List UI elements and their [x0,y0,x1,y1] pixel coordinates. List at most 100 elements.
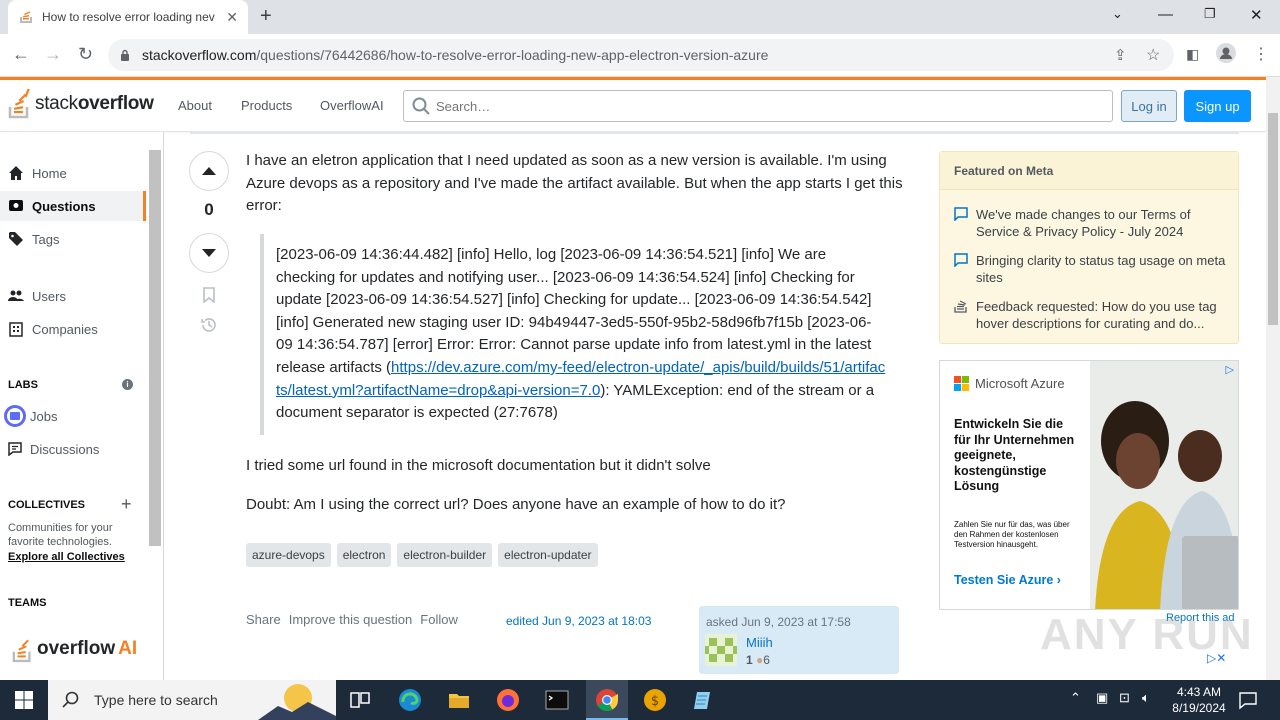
bookmark-star-icon[interactable]: ☆ [1146,45,1160,65]
tag-electron-updater[interactable]: electron-updater [498,543,598,567]
question-paragraph: Doubt: Am I using the correct url? Does … [246,496,786,513]
microsoft-logo-icon [954,376,969,391]
edge-icon[interactable] [398,688,422,712]
bookmark-icon[interactable] [202,287,216,303]
task-view-icon[interactable] [348,688,372,712]
close-window-icon[interactable]: ✕ [1250,6,1263,24]
explore-collectives-link[interactable]: Explore all Collectives [8,551,125,563]
terminal-icon[interactable] [545,688,569,712]
tab-search-icon[interactable]: ⌄ [1112,6,1123,22]
teams-logo-text: overflow [37,638,116,659]
forward-icon[interactable]: → [44,44,62,65]
new-tab-icon[interactable]: + [260,5,272,28]
improve-question-link[interactable]: Improve this question [289,612,413,627]
nav-about[interactable]: About [178,98,212,113]
sidebar-item-discussions[interactable]: Discussions [0,434,146,464]
tag-electron[interactable]: electron [336,543,392,567]
tag-azure-devops[interactable]: azure-devops [246,543,331,567]
reload-icon[interactable]: ↻ [78,44,93,65]
tab-title: How to resolve error loading nev [42,10,215,24]
advertisement[interactable]: Microsoft Azure Entwickeln Sie die für I… [939,360,1239,610]
meta-item[interactable]: We've made changes to our Terms of Servi… [954,206,1230,240]
search-icon [62,691,79,708]
sidebar-item-jobs[interactable]: Jobs [0,401,146,431]
share-icon[interactable]: ⇪ [1114,46,1127,64]
volume-icon[interactable]: 🔈︎ [1142,690,1150,706]
meta-item[interactable]: Feedback requested: How do you use tag h… [954,298,1230,332]
search-input[interactable] [436,98,1076,114]
featured-on-meta: Featured on Meta We've made changes to o… [939,151,1239,344]
taskbar-search-box[interactable]: Type here to search [48,680,336,720]
page-scrollbar[interactable] [1266,77,1280,680]
side-panel-icon[interactable]: ◧ [1186,46,1199,63]
file-explorer-icon[interactable] [447,688,471,712]
vote-count: 0 [204,200,214,219]
user-avatar[interactable] [705,634,737,666]
tray-chevron-icon[interactable]: ⌃ [1070,690,1081,706]
taskbar-clock[interactable]: 4:43 AM 8/19/2024 [1164,684,1234,716]
firefox-icon[interactable] [496,688,520,712]
start-button[interactable] [0,680,48,720]
sidebar-item-companies[interactable]: Companies [0,314,146,344]
tag-electron-builder[interactable]: electron-builder [397,543,493,567]
menu-kebab-icon[interactable]: ⋮ [1253,44,1269,64]
minimize-icon[interactable]: — [1158,6,1173,23]
companies-icon [9,322,23,337]
meta-item-link[interactable]: Feedback requested: How do you use tag h… [976,298,1230,332]
clock-date: 8/19/2024 [1172,701,1226,715]
stackoverflow-logo[interactable]: stackoverflow [8,88,154,120]
coin-app-icon[interactable]: $ [643,688,667,712]
ad-cta-link[interactable]: Testen Sie Azure › [954,573,1061,587]
signup-button[interactable]: Sign up [1184,90,1251,122]
notifications-icon[interactable] [1238,690,1258,710]
edited-timestamp[interactable]: edited Jun 9, 2023 at 18:03 [506,614,651,628]
nav-overflowai[interactable]: OverflowAI [320,98,384,113]
login-button[interactable]: Log in [1121,90,1177,122]
omnibox[interactable]: stackoverflow.com/questions/76442686/how… [108,39,1174,71]
sidebar-item-users[interactable]: Users [0,281,146,311]
arrow-up-icon [202,167,216,175]
info-icon[interactable]: i [122,379,133,390]
meta-item[interactable]: Bringing clarity to status tag usage on … [954,252,1230,286]
profile-icon[interactable] [1216,43,1236,68]
user-name-link[interactable]: Miiih [746,635,773,650]
sidebar-item-home[interactable]: Home [0,158,146,188]
question-body: I have an eletron application that I nee… [246,150,906,218]
notepad-icon[interactable] [692,688,716,712]
tag-list: azure-devops electron electron-builder e… [246,543,598,567]
add-collective-icon[interactable]: + [121,494,132,515]
url-path: /questions/76442686/how-to-resolve-error… [256,47,769,63]
chrome-icon [596,689,618,711]
taskbar-search-placeholder: Type here to search [94,692,218,708]
back-icon[interactable]: ← [12,44,30,65]
nav-products[interactable]: Products [241,98,292,113]
meta-item-link[interactable]: We've made changes to our Terms of Servi… [976,206,1230,240]
tray-device-icon[interactable]: ▣ [1096,690,1108,706]
meta-post-icon [954,207,968,221]
ad-close-icon[interactable]: ▷✕ [1207,651,1226,665]
search-box[interactable] [403,90,1113,122]
sidebar-item-label: Discussions [30,441,100,457]
upvote-button[interactable] [189,151,229,191]
lock-icon [121,49,129,61]
follow-link[interactable]: Follow [420,612,458,627]
meta-item-link[interactable]: Bringing clarity to status tag usage on … [976,252,1230,286]
browser-tab[interactable]: How to resolve error loading nev ✕ [8,0,248,34]
history-icon[interactable] [200,316,218,334]
log-text: [2023-06-09 14:36:44.482] [info] Hello, … [276,246,872,376]
adchoices-icon[interactable]: ▷ [1226,363,1234,376]
search-highlight-image [258,684,336,720]
network-icon[interactable]: ⊡ [1119,690,1130,706]
page-scrollbar-thumb[interactable] [1268,113,1278,325]
sidebar-item-tags[interactable]: Tags [0,224,146,254]
chrome-taskbar-active[interactable] [586,680,628,720]
restore-icon[interactable]: ❐ [1204,6,1216,22]
teams-logo-ai: AI [118,638,138,659]
share-link[interactable]: Share [246,612,281,627]
tab-close-icon[interactable]: ✕ [226,9,238,26]
sidebar-item-label: Tags [32,231,60,247]
overflowai-teams-logo[interactable]: overflow AI [12,635,137,663]
downvote-button[interactable] [189,233,229,273]
sidebar-scrollbar-thumb[interactable] [149,150,161,546]
sidebar-item-questions[interactable]: Questions [0,191,146,221]
